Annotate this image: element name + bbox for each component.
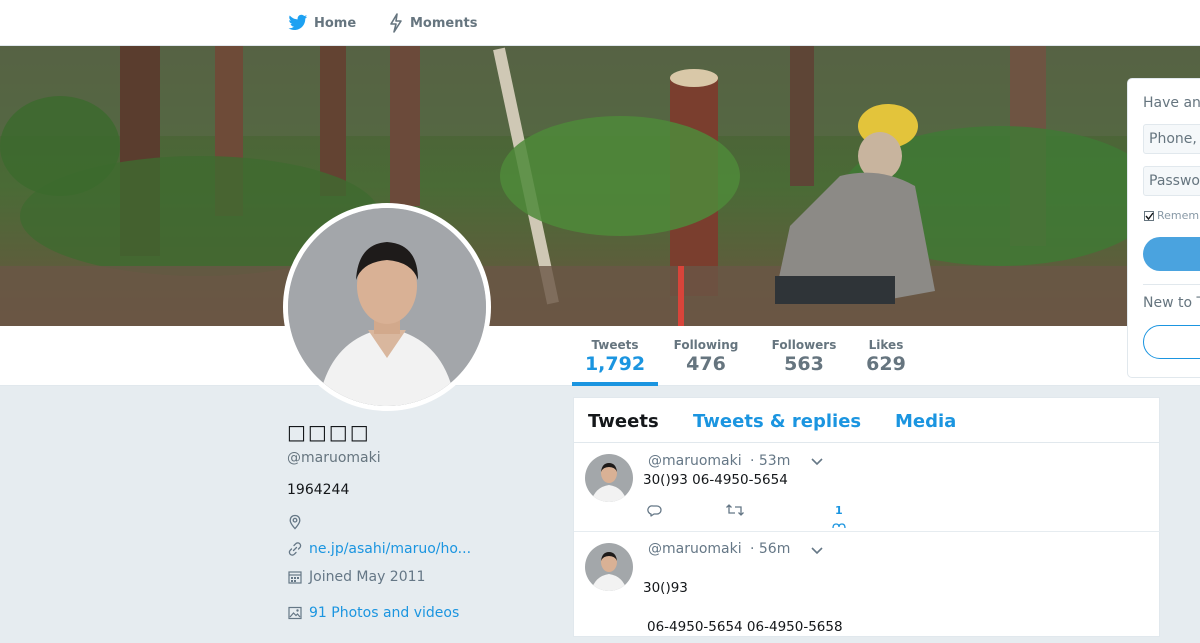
login-title: Have an (1143, 95, 1200, 111)
nav-moments[interactable]: Moments (388, 12, 477, 34)
calendar-icon (288, 571, 302, 584)
tweet-handle[interactable]: @maruomaki (648, 453, 742, 469)
top-navigation: Home Moments (0, 0, 1200, 46)
tweet-text: 30()93 06-4950-5654 (643, 472, 788, 488)
stat-likes[interactable]: Likes 629 (862, 338, 910, 375)
stat-tweets[interactable]: Tweets 1,792 (573, 338, 657, 375)
tweet-avatar[interactable] (585, 543, 633, 591)
login-panel: Have an Phone, Passwo Remem New to T (1127, 78, 1200, 378)
remember-me[interactable]: Remem (1144, 209, 1199, 222)
tweet-text-line2: 06-4950-5654 06-4950-5658 (647, 619, 843, 635)
signup-button[interactable] (1143, 325, 1200, 359)
active-stat-indicator (572, 382, 658, 386)
stat-followers[interactable]: Followers 563 (768, 338, 840, 375)
profile-banner (0, 46, 1200, 326)
chevron-down-icon[interactable] (810, 546, 824, 556)
stat-tweets-label: Tweets (591, 338, 639, 352)
stat-followers-label: Followers (771, 338, 837, 352)
location-pin-icon (289, 514, 301, 530)
reply-icon[interactable] (647, 502, 663, 518)
profile-bio: 1964244 (287, 482, 350, 498)
tweet-handle[interactable]: @maruomaki (648, 541, 742, 557)
phone-field[interactable]: Phone, (1143, 124, 1200, 154)
profile-url[interactable]: ne.jp/asahi/maruo/ho... (287, 541, 471, 557)
like-count: 1 (835, 504, 843, 517)
profile-avatar[interactable] (283, 203, 491, 411)
profile-url-text[interactable]: ne.jp/asahi/maruo/ho... (309, 541, 471, 557)
stat-following-label: Following (673, 338, 739, 352)
heart-icon[interactable] (831, 522, 847, 532)
login-divider (1143, 284, 1200, 285)
twitter-bird-icon (288, 14, 308, 30)
profile-joined: Joined May 2011 (287, 569, 425, 585)
tweet-time[interactable]: · 53m (750, 453, 790, 469)
tweet[interactable]: @maruomaki · 53m 30()93 06-4950-5654 1 (574, 444, 1161, 532)
stat-tweets-value: 1,792 (584, 353, 646, 375)
stat-following[interactable]: Following 476 (670, 338, 742, 375)
lightning-icon (390, 13, 402, 33)
login-button[interactable] (1143, 237, 1200, 271)
remember-label: Remem (1157, 209, 1200, 222)
stat-likes-value: 629 (866, 353, 906, 375)
nav-home[interactable]: Home (288, 12, 356, 34)
stat-following-value: 476 (686, 353, 726, 375)
new-to-twitter-text: New to T (1143, 295, 1200, 311)
retweet-icon[interactable] (725, 502, 745, 518)
chevron-down-icon[interactable] (810, 457, 824, 467)
nav-moments-label: Moments (410, 15, 478, 31)
tweet-avatar[interactable] (585, 454, 633, 502)
profile-joined-text: Joined May 2011 (309, 569, 426, 585)
profile-photos[interactable]: 91 Photos and videos (287, 605, 459, 621)
link-icon (288, 542, 302, 556)
timeline: Tweets Tweets & replies Media @maruomaki… (573, 397, 1161, 637)
tab-tweets-replies[interactable]: Tweets & replies (693, 411, 861, 432)
profile-photos-text[interactable]: 91 Photos and videos (309, 605, 459, 621)
profile-location (287, 514, 309, 530)
profile-name: □□□□ (287, 420, 371, 444)
tab-media[interactable]: Media (895, 411, 956, 432)
avatar (288, 208, 486, 406)
stat-followers-value: 563 (784, 353, 824, 375)
tweet-time[interactable]: · 56m (750, 541, 790, 557)
profile-handle[interactable]: @maruomaki (287, 450, 547, 466)
timeline-tabs: Tweets Tweets & replies Media (574, 398, 1159, 443)
profile-sidebar: □□□□ @maruomaki 1964244 ne.jp/asahi/maru… (287, 420, 547, 621)
tweet-text: 30()93 (643, 580, 688, 596)
photo-icon (288, 606, 302, 620)
password-field[interactable]: Passwo (1143, 166, 1200, 196)
tab-tweets[interactable]: Tweets (588, 411, 659, 432)
tweet[interactable]: @maruomaki · 56m 30()93 06-4950-5654 06-… (574, 533, 1161, 643)
stat-likes-label: Likes (868, 338, 904, 352)
remember-checkbox[interactable] (1144, 210, 1154, 221)
nav-home-label: Home (314, 15, 357, 31)
